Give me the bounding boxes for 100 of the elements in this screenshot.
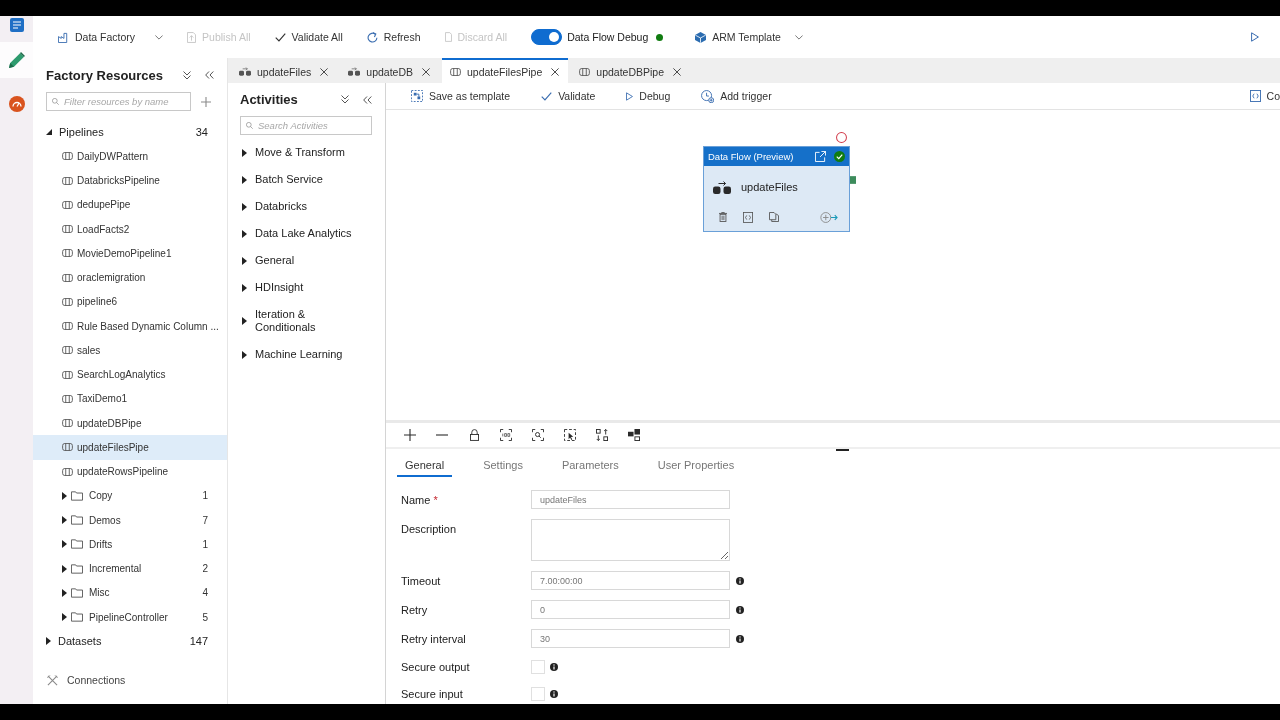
lock-icon[interactable] xyxy=(469,429,479,441)
close-icon[interactable] xyxy=(551,67,560,76)
data-factory-dropdown[interactable]: Data Factory xyxy=(58,31,164,43)
tab[interactable]: updateFilesPipe xyxy=(442,58,569,83)
toolbar-button[interactable]: Refresh xyxy=(366,31,421,43)
toolbar-button[interactable]: Add trigger xyxy=(701,89,772,103)
activity-group[interactable]: Batch Service xyxy=(228,166,385,193)
caret-right-icon[interactable] xyxy=(62,588,67,597)
play-icon[interactable] xyxy=(1251,32,1259,42)
activity-group[interactable]: Machine Learning xyxy=(228,341,385,368)
ring-icon[interactable] xyxy=(836,132,847,143)
tree-item[interactable]: DailyDWPattern xyxy=(33,144,227,169)
tree-item[interactable]: updateDBPipe xyxy=(33,411,227,436)
zoom-fit-icon[interactable] xyxy=(532,429,544,441)
layout-icon[interactable] xyxy=(628,429,640,441)
activity-group[interactable]: Databricks xyxy=(228,193,385,220)
tab[interactable]: Settings xyxy=(475,455,531,477)
tab[interactable]: updateDBPipe xyxy=(571,58,691,83)
external-link-icon[interactable] xyxy=(815,151,826,162)
select-icon[interactable] xyxy=(564,429,576,441)
activity-group[interactable]: HDInsight xyxy=(228,274,385,301)
tree-item[interactable]: Pipelines 34 xyxy=(33,120,227,145)
activity-group[interactable]: General xyxy=(228,247,385,274)
caret-right-icon[interactable] xyxy=(46,637,51,646)
toggle-switch[interactable] xyxy=(531,29,563,45)
tree-item[interactable]: Rule Based Dynamic Column ... xyxy=(33,314,227,339)
double-chevron-left-icon[interactable] xyxy=(205,71,214,79)
close-icon[interactable] xyxy=(673,67,682,76)
tab[interactable]: updateDB xyxy=(340,58,439,83)
tab[interactable]: Parameters xyxy=(553,455,627,477)
toolbar-button[interactable]: Validate xyxy=(541,90,596,102)
zoom-in-icon[interactable] xyxy=(404,429,416,441)
double-chevron-left-icon[interactable] xyxy=(363,95,372,104)
activity-group[interactable]: Iteration & Conditionals xyxy=(228,301,385,341)
info-icon[interactable] xyxy=(550,689,558,698)
tree-item[interactable]: Drifts 1 xyxy=(33,532,227,557)
tab[interactable]: General xyxy=(397,455,453,477)
activity-group[interactable]: Move & Transform xyxy=(228,139,385,166)
connections-button[interactable]: Connections xyxy=(47,673,126,687)
code-icon[interactable] xyxy=(743,211,753,223)
double-chevron-down-icon[interactable] xyxy=(183,70,191,80)
text-field[interactable]: 7.00:00:00 xyxy=(531,571,730,590)
info-icon[interactable] xyxy=(550,662,558,671)
caret-right-icon[interactable] xyxy=(242,317,247,325)
info-icon[interactable] xyxy=(736,605,744,614)
tree-item[interactable]: oraclemigration xyxy=(33,265,227,290)
trash-icon[interactable] xyxy=(719,212,727,222)
tree-item[interactable]: sales xyxy=(33,338,227,363)
tab[interactable]: User Properties xyxy=(649,455,743,477)
checkbox[interactable] xyxy=(531,659,545,674)
caret-right-icon[interactable] xyxy=(242,148,247,157)
tree-item[interactable]: Demos 7 xyxy=(33,508,227,533)
tab[interactable]: updateFiles xyxy=(231,58,338,83)
tree-item[interactable]: TaxiDemo1 xyxy=(33,386,227,411)
caret-right-icon[interactable] xyxy=(242,175,247,184)
arm-template-dropdown[interactable]: ARM Template xyxy=(695,31,803,43)
caret-right-icon[interactable] xyxy=(242,283,247,292)
tree-item[interactable]: DatabricksPipeline xyxy=(33,168,227,193)
tree-item[interactable]: Incremental 2 xyxy=(33,556,227,581)
caret-right-icon[interactable] xyxy=(242,229,247,238)
add-output-icon[interactable] xyxy=(820,211,838,223)
close-icon[interactable] xyxy=(320,67,329,76)
toolbar-button[interactable]: Debug xyxy=(626,90,671,102)
toolbar-button[interactable]: Save as template xyxy=(411,90,511,102)
auto-align-icon[interactable] xyxy=(596,429,608,441)
caret-right-icon[interactable] xyxy=(242,256,247,265)
tree-item[interactable]: PipelineController 5 xyxy=(33,605,227,630)
nav-button[interactable] xyxy=(0,42,33,78)
zoom-reset-icon[interactable] xyxy=(500,429,512,441)
toolbar-button[interactable]: Validate All xyxy=(274,31,343,43)
caret-down-icon[interactable] xyxy=(46,129,52,136)
tree-item[interactable]: Datasets 147 xyxy=(33,629,227,654)
tree-item[interactable]: SearchLogAnalytics xyxy=(33,362,227,387)
tree-item[interactable]: Misc 4 xyxy=(33,580,227,605)
caret-right-icon[interactable] xyxy=(62,564,67,573)
caret-right-icon[interactable] xyxy=(62,516,67,525)
caret-right-icon[interactable] xyxy=(242,350,247,359)
tree-item[interactable]: Copy 1 xyxy=(33,483,227,508)
caret-right-icon[interactable] xyxy=(62,491,67,500)
tree-item[interactable]: updateFilesPipe xyxy=(33,435,227,460)
caret-right-icon[interactable] xyxy=(242,202,247,211)
toolbar-button[interactable]: Co xyxy=(1249,90,1280,102)
text-field[interactable]: updateFiles xyxy=(531,490,730,509)
caret-right-icon[interactable] xyxy=(62,540,67,549)
tree-item[interactable]: LoadFacts2 xyxy=(33,217,227,242)
double-chevron-down-icon[interactable] xyxy=(341,95,349,104)
close-icon[interactable] xyxy=(422,67,430,76)
copy-icon[interactable] xyxy=(769,212,779,222)
search-field[interactable]: Search Activities xyxy=(240,116,372,135)
text-field[interactable]: 0 xyxy=(531,600,730,619)
activity-node[interactable]: Data Flow (Preview) updateFiles xyxy=(703,146,850,232)
text-field[interactable]: 30 xyxy=(531,629,730,648)
tree-item[interactable]: pipeline6 xyxy=(33,289,227,314)
tree-item[interactable]: updateRowsPipeline xyxy=(33,459,227,484)
activity-group[interactable]: Data Lake Analytics xyxy=(228,220,385,247)
tree-item[interactable]: MovieDemoPipeline1 xyxy=(33,241,227,266)
checkbox[interactable] xyxy=(531,686,545,701)
info-icon[interactable] xyxy=(736,576,744,585)
caret-right-icon[interactable] xyxy=(62,613,67,622)
info-icon[interactable] xyxy=(736,634,744,643)
